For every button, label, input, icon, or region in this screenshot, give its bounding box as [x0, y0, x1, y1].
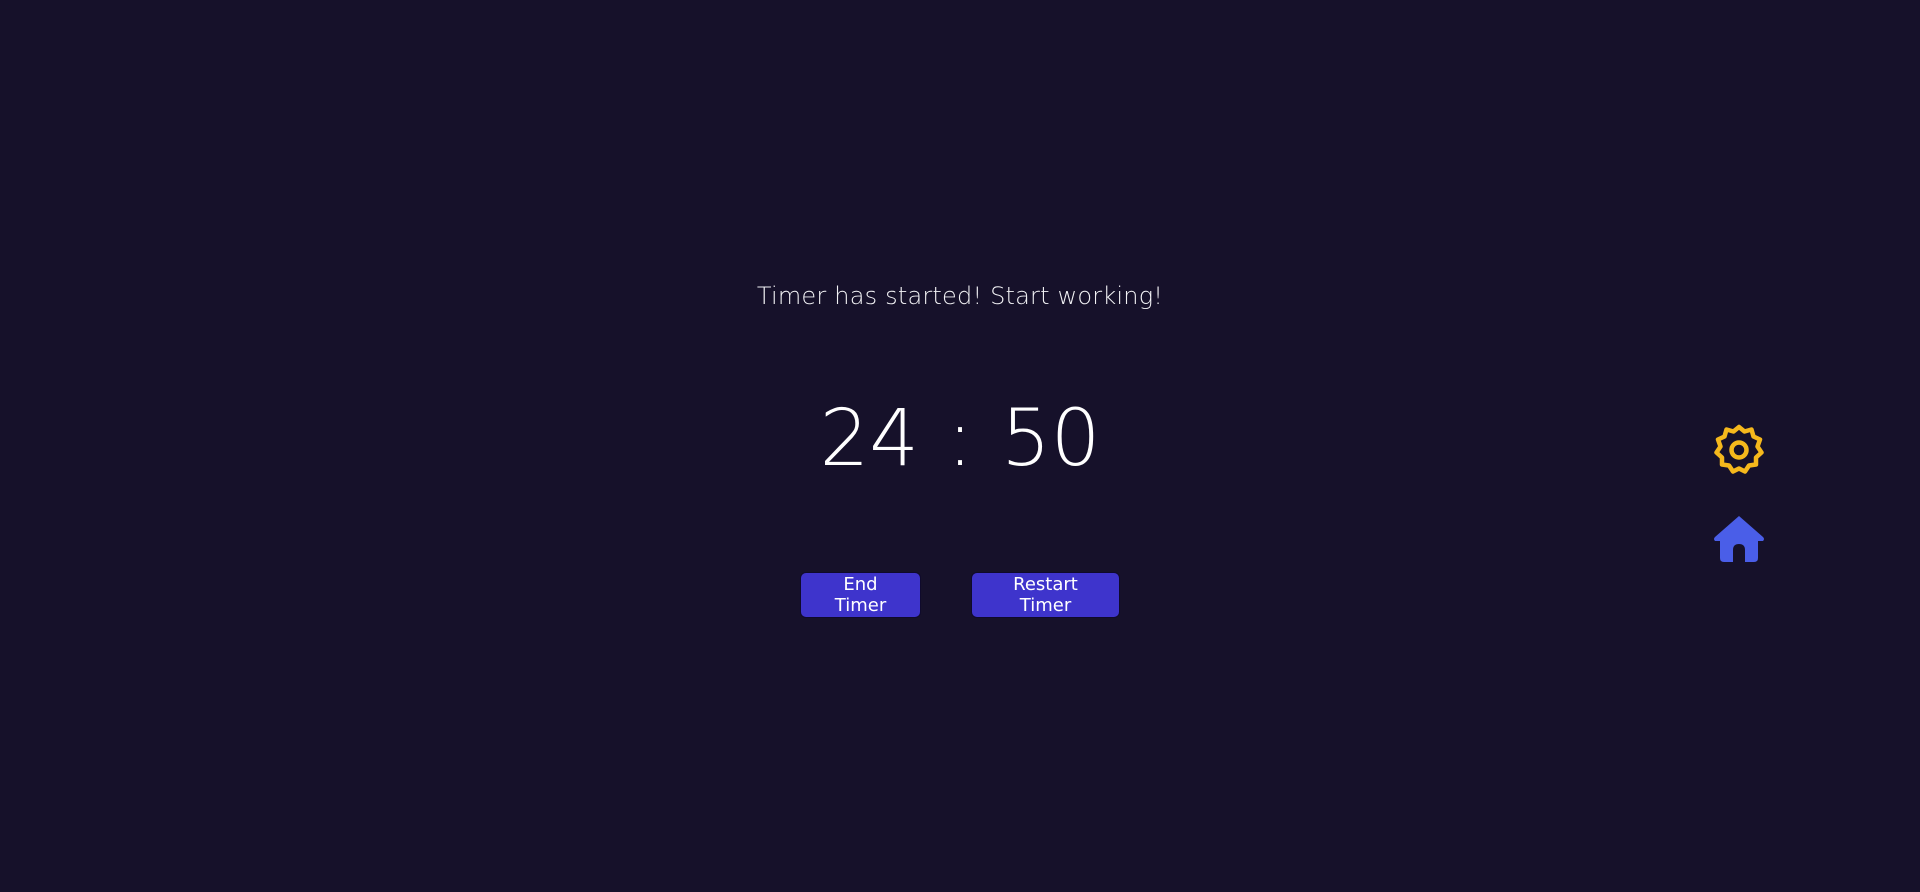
app-root: Timer has started! Start working! 24:50 … — [0, 0, 1920, 892]
timer-minutes: 24 — [819, 394, 919, 484]
status-message: Timer has started! Start working! — [756, 282, 1164, 310]
timer-display: 24:50 — [0, 400, 1920, 478]
restart-timer-button[interactable]: Restart Timer — [971, 572, 1120, 618]
timer-seconds: 50 — [1001, 394, 1101, 484]
end-timer-button[interactable]: End Timer — [800, 572, 921, 618]
home-icon[interactable] — [1712, 514, 1766, 564]
gear-icon[interactable] — [1712, 423, 1766, 477]
timer-separator: : — [946, 394, 974, 484]
